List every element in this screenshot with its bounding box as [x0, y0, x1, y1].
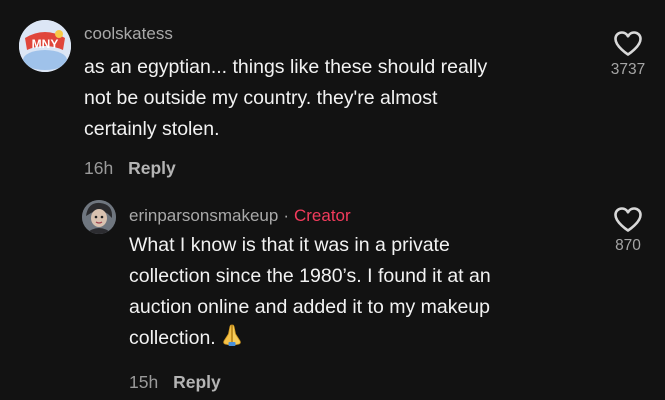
comment-text-line: not be outside my country. they're almos…	[84, 87, 438, 109]
comment-username-row: erinparsonsmakeup · Creator	[129, 206, 351, 226]
comment-meta: 15h Reply	[129, 372, 221, 393]
like-count: 870	[615, 237, 641, 254]
avatar[interactable]	[82, 200, 116, 234]
comment-text-fragment: collection.	[129, 327, 216, 349]
comment-username[interactable]: coolskatess	[84, 24, 173, 44]
like-count: 3737	[610, 61, 646, 78]
comment-text-line: certainly stolen.	[84, 118, 220, 140]
avatar-photo-icon	[82, 200, 116, 234]
creator-badge: Creator	[293, 206, 351, 225]
avatar-text: MNY	[32, 37, 59, 51]
avatar-illustration-icon: MNY	[19, 20, 71, 72]
reply-button[interactable]: Reply	[173, 372, 221, 392]
comment-text-line: collection since the 1980’s. I found it …	[129, 265, 491, 287]
like-button[interactable]: 3737	[598, 30, 658, 79]
comment-text-line: as an egyptian... things like these shou…	[84, 56, 488, 78]
comment-meta: 16h Reply	[84, 158, 176, 179]
reply-button[interactable]: Reply	[128, 158, 176, 178]
comment-timestamp: 16h	[84, 158, 114, 178]
comment-text-line: What I know is that it was in a private	[129, 234, 450, 256]
like-button[interactable]: 870	[598, 206, 658, 255]
reply-comment-item: erinparsonsmakeup · Creator What I know is…	[0, 190, 665, 400]
comment-text: as an egyptian... things like these shou…	[84, 52, 594, 145]
separator-dot: ·	[283, 206, 289, 225]
praying-hands-icon	[220, 323, 244, 357]
comment-text-line: collection.	[129, 323, 599, 357]
comment-item: MNY coolskatess as an egyptian... things…	[0, 0, 665, 190]
comment-username[interactable]: erinparsonsmakeup	[129, 206, 278, 225]
comment-text: What I know is that it was in a private …	[129, 230, 599, 357]
heart-icon	[614, 31, 642, 56]
comment-text-line: auction online and added it to my makeup	[129, 296, 490, 318]
heart-icon	[614, 207, 642, 232]
comment-timestamp: 15h	[129, 372, 159, 392]
avatar[interactable]: MNY	[19, 20, 71, 72]
